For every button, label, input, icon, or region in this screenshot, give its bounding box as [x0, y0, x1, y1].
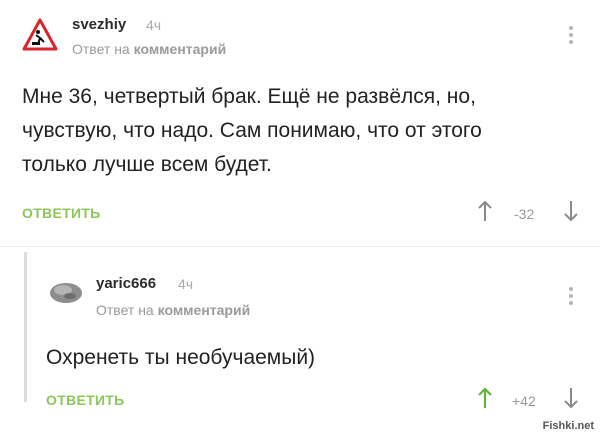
- username[interactable]: svezhiy: [72, 16, 126, 33]
- more-menu-icon[interactable]: [568, 26, 574, 47]
- timestamp: 4ч: [178, 276, 194, 292]
- upvote-arrow-icon[interactable]: [478, 200, 492, 227]
- comment-divider: [0, 246, 600, 247]
- rating-value: +42: [512, 393, 536, 409]
- comment-svezhiy: svezhiy 4ч Ответ на комментарий Мне 36, …: [0, 0, 600, 240]
- comment-body: Охренеть ты необучаемый): [46, 341, 315, 375]
- comment-yaric666: yaric666 4ч Ответ на комментарий Охренет…: [0, 252, 600, 436]
- downvote-arrow-icon[interactable]: [564, 200, 578, 227]
- rock-avatar-icon[interactable]: [48, 280, 84, 309]
- warning-sign-icon[interactable]: [22, 18, 58, 57]
- comment-line: только лучше всем будет.: [22, 153, 272, 176]
- timestamp: 4ч: [146, 17, 162, 33]
- comment-line: Охренеть ты необучаемый): [46, 346, 316, 369]
- downvote-arrow-icon[interactable]: [564, 387, 578, 414]
- reply-to-label[interactable]: Ответ на комментарий: [96, 302, 250, 318]
- reply-button[interactable]: ОТВЕТИТЬ: [22, 205, 101, 221]
- rating-value: -32: [514, 206, 535, 222]
- username[interactable]: yaric666: [96, 275, 156, 292]
- upvote-arrow-icon[interactable]: [478, 387, 492, 414]
- comment-body: Мне 36, четвертый брак. Ещё не развёлся,…: [22, 80, 482, 182]
- comment-line: чувствую, что надо. Сам понимаю, что от …: [22, 119, 482, 142]
- reply-to-label[interactable]: Ответ на комментарий: [72, 41, 226, 57]
- reply-button[interactable]: ОТВЕТИТЬ: [46, 392, 125, 408]
- comment-line: Мне 36, четвертый брак. Ещё не развёлся,…: [22, 85, 476, 108]
- watermark: Fishki.net: [542, 420, 594, 432]
- reply-prefix: Ответ на: [72, 41, 130, 57]
- reply-prefix: Ответ на: [96, 302, 154, 318]
- more-menu-icon[interactable]: [568, 287, 574, 308]
- reply-target[interactable]: комментарий: [134, 41, 227, 57]
- reply-target[interactable]: комментарий: [158, 302, 251, 318]
